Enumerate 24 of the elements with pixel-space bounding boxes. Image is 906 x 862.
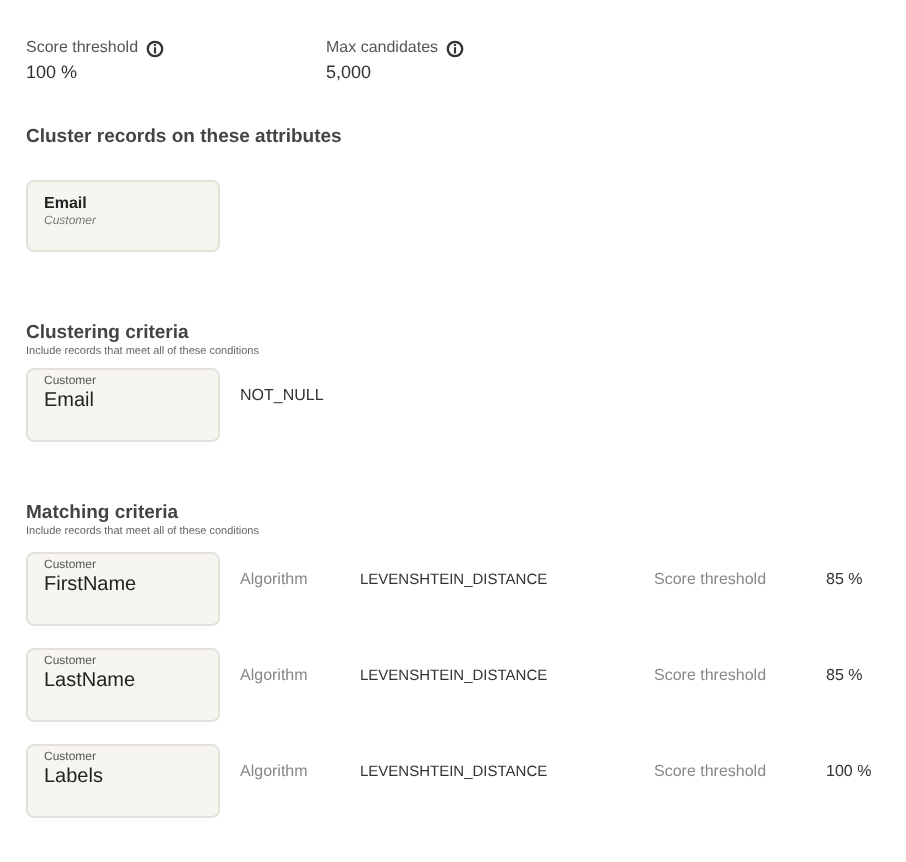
- setting-value: 5,000: [326, 60, 374, 86]
- threshold-value: 85 %: [826, 663, 863, 688]
- attribute-name: FirstName: [44, 573, 139, 596]
- section-heading: Cluster records on these attributes: [26, 123, 344, 151]
- threshold-label: Score threshold: [654, 567, 769, 592]
- threshold-value: 100 %: [826, 759, 872, 784]
- threshold-label: Score threshold: [654, 759, 769, 784]
- info-icon[interactable]: [446, 39, 465, 57]
- setting-value: 100 %: [26, 60, 80, 86]
- attribute-name: Email: [44, 389, 97, 412]
- algorithm-label: Algorithm: [240, 567, 310, 592]
- algorithm-label: Algorithm: [240, 663, 310, 688]
- section-heading: Matching criteria: [26, 501, 181, 524]
- info-icon[interactable]: [146, 39, 165, 57]
- attribute-name: Labels: [44, 765, 105, 788]
- threshold-label: Score threshold: [654, 663, 769, 688]
- setting-label: Score threshold: [26, 36, 139, 60]
- attribute-name: Email: [44, 193, 89, 214]
- condition-value: NOT_NULL: [240, 383, 324, 408]
- setting-label: Max candidates: [326, 36, 439, 60]
- algorithm-label: Algorithm: [240, 759, 310, 784]
- section-heading: Clustering criteria: [26, 321, 191, 344]
- attribute-name: LastName: [44, 669, 138, 692]
- threshold-value: 85 %: [826, 567, 863, 592]
